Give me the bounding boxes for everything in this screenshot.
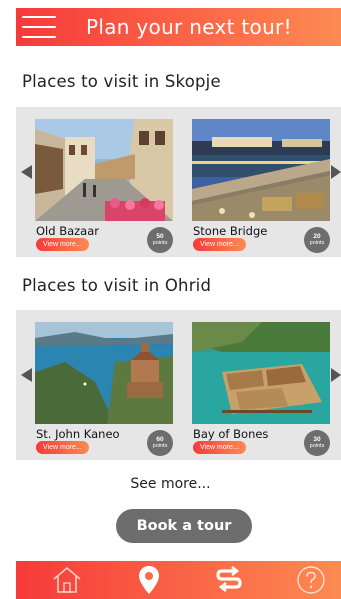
place-name: Stone Bridge	[193, 224, 268, 238]
points-label: points	[152, 443, 168, 450]
section-title-skopje: Places to visit in Skopje	[22, 72, 221, 91]
carousel-skopje: Old Bazaar View more... 50 points Stone …	[16, 107, 341, 257]
place-photo-bay-of-bones	[192, 322, 330, 424]
hamburger-menu-icon[interactable]	[22, 16, 56, 38]
place-photo-old-bazaar	[35, 119, 173, 221]
points-label: points	[152, 240, 168, 247]
app-header: Plan your next tour!	[16, 8, 341, 46]
view-more-button[interactable]: View more...	[193, 238, 246, 251]
place-name: Bay of Bones	[193, 427, 269, 441]
page-title: Plan your next tour!	[86, 15, 292, 39]
points-badge: 60 points	[147, 430, 173, 456]
points-value: 30	[313, 436, 321, 443]
place-name: Old Bazaar	[36, 224, 99, 238]
points-label: points	[309, 443, 325, 450]
place-photo-st-john-kaneo	[35, 322, 173, 424]
points-badge: 50 points	[147, 227, 173, 253]
place-photo-stone-bridge	[192, 119, 330, 221]
carousel-ohrid: St. John Kaneo View more... 60 points Ba…	[16, 310, 341, 460]
view-more-button[interactable]: View more...	[193, 441, 246, 454]
place-card-stone-bridge[interactable]: Stone Bridge View more... 20 points	[192, 119, 330, 253]
carousel-prev-arrow-icon[interactable]	[21, 165, 32, 179]
points-badge: 30 points	[304, 430, 330, 456]
points-value: 50	[156, 233, 164, 240]
points-value: 60	[156, 436, 164, 443]
book-tour-button[interactable]: Book a tour	[116, 509, 252, 543]
place-card-bay-of-bones[interactable]: Bay of Bones View more... 30 points	[192, 322, 330, 456]
view-more-button[interactable]: View more...	[36, 441, 89, 454]
carousel-next-arrow-icon[interactable]	[331, 368, 341, 382]
currency-exchange-icon[interactable]	[212, 564, 246, 596]
help-question-icon[interactable]	[294, 564, 328, 596]
location-pin-icon[interactable]	[132, 564, 166, 596]
place-name: St. John Kaneo	[36, 427, 120, 441]
carousel-prev-arrow-icon[interactable]	[21, 368, 32, 382]
carousel-next-arrow-icon[interactable]	[331, 165, 341, 179]
section-title-ohrid: Places to visit in Ohrid	[22, 276, 212, 295]
place-card-st-john-kaneo[interactable]: St. John Kaneo View more... 60 points	[35, 322, 173, 456]
points-value: 20	[313, 233, 321, 240]
place-card-old-bazaar[interactable]: Old Bazaar View more... 50 points	[35, 119, 173, 253]
see-more-link[interactable]: See more...	[0, 476, 341, 492]
points-label: points	[309, 240, 325, 247]
bottom-nav	[16, 561, 341, 599]
points-badge: 20 points	[304, 227, 330, 253]
home-icon[interactable]	[50, 564, 84, 596]
view-more-button[interactable]: View more...	[36, 238, 89, 251]
